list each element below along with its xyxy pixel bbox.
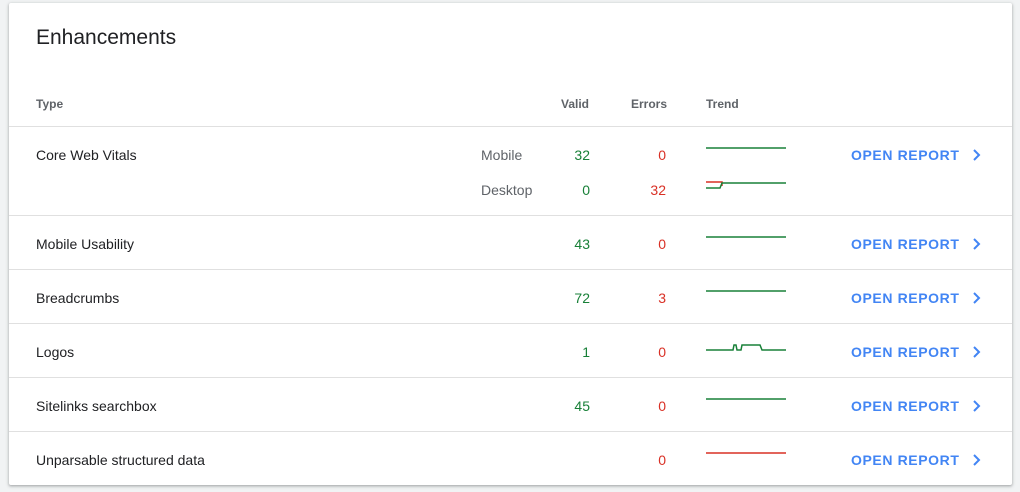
trend-sparkline xyxy=(706,344,786,351)
row-errors: 3 xyxy=(658,290,666,306)
row-valid: 72 xyxy=(574,290,590,306)
trend-sparkline xyxy=(706,398,786,400)
row-errors: 32 xyxy=(650,182,666,198)
table-row-logos[interactable]: Logos 1 0 OPEN REPORT xyxy=(9,323,1012,377)
chevron-right-icon[interactable] xyxy=(971,399,983,413)
column-header-errors: Errors xyxy=(631,97,668,111)
row-type: Mobile Usability xyxy=(36,236,135,252)
chevron-right-icon[interactable] xyxy=(971,237,983,251)
row-valid: 45 xyxy=(574,398,590,414)
chevron-right-icon[interactable] xyxy=(971,453,983,467)
table-row-mobile-usability[interactable]: Mobile Usability 43 0 OPEN REPORT xyxy=(9,215,1012,269)
open-report-link[interactable]: OPEN REPORT xyxy=(851,344,960,360)
row-type: Unparsable structured data xyxy=(36,452,205,468)
row-valid: 32 xyxy=(574,147,590,163)
column-header-trend: Trend xyxy=(706,97,739,111)
column-header-type: Type xyxy=(36,97,64,111)
row-type: Breadcrumbs xyxy=(36,290,120,306)
column-header-valid: Valid xyxy=(561,97,590,111)
card-title: Enhancements xyxy=(36,26,177,49)
row-valid: 0 xyxy=(582,182,590,198)
row-errors: 0 xyxy=(658,147,666,163)
table-row-breadcrumbs[interactable]: Breadcrumbs 72 3 OPEN REPORT xyxy=(9,269,1012,323)
table-row-core-web-vitals[interactable]: Core Web Vitals Mobile 32 0 Desktop 0 32… xyxy=(9,126,1012,215)
row-errors: 0 xyxy=(658,452,666,468)
enhancements-card: Enhancements Type Valid Errors Trend Cor… xyxy=(9,3,1012,485)
row-type: Core Web Vitals xyxy=(36,147,137,163)
trend-sparkline xyxy=(706,236,786,238)
row-errors: 0 xyxy=(658,398,666,414)
open-report-link[interactable]: OPEN REPORT xyxy=(851,398,960,414)
chevron-right-icon[interactable] xyxy=(971,291,983,305)
open-report-link[interactable]: OPEN REPORT xyxy=(851,290,960,306)
row-type: Sitelinks searchbox xyxy=(36,398,157,414)
trend-sparkline-mobile xyxy=(706,147,786,149)
table-row-sitelinks-searchbox[interactable]: Sitelinks searchbox 45 0 OPEN REPORT xyxy=(9,377,1012,431)
trend-sparkline-desktop xyxy=(706,181,786,189)
open-report-link[interactable]: OPEN REPORT xyxy=(851,236,960,252)
row-errors: 0 xyxy=(658,236,666,252)
row-device-mobile: Mobile xyxy=(481,147,523,163)
row-device-desktop: Desktop xyxy=(481,182,533,198)
row-type: Logos xyxy=(36,344,75,360)
row-valid: 1 xyxy=(582,344,590,360)
trend-sparkline xyxy=(706,452,786,454)
chevron-right-icon[interactable] xyxy=(971,345,983,359)
open-report-link[interactable]: OPEN REPORT xyxy=(851,452,960,468)
open-report-link[interactable]: OPEN REPORT xyxy=(851,147,960,163)
trend-sparkline xyxy=(706,290,786,292)
row-valid: 43 xyxy=(574,236,590,252)
table-row-unparsable-structured-data[interactable]: Unparsable structured data 0 OPEN REPORT xyxy=(9,431,1012,485)
chevron-right-icon[interactable] xyxy=(971,148,983,162)
row-errors: 0 xyxy=(658,344,666,360)
